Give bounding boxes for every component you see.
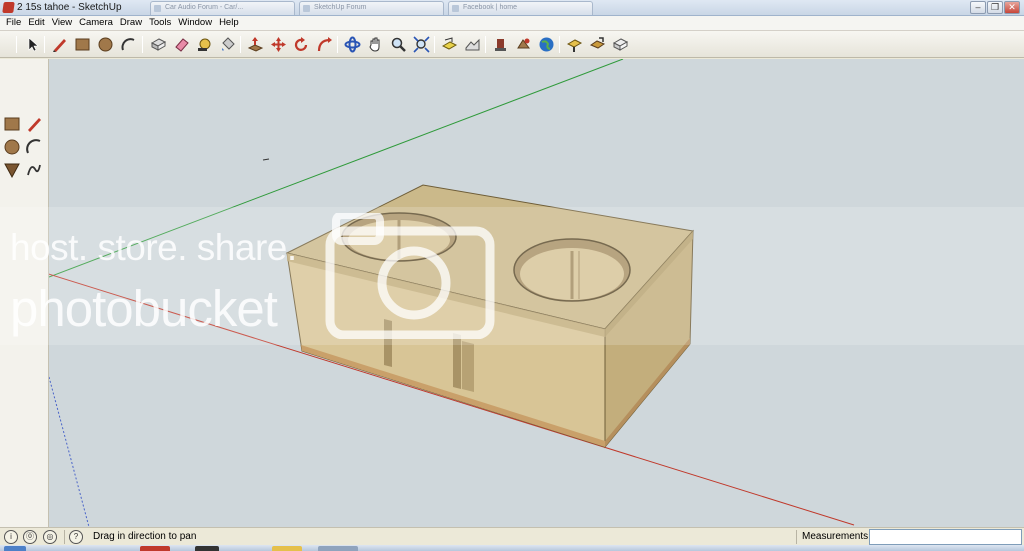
window-title: 2 15s tahoe - SketchUp	[17, 2, 122, 13]
menu-file[interactable]: File	[4, 16, 26, 30]
taskbar	[0, 545, 1024, 551]
menu-window[interactable]: Window	[176, 16, 217, 30]
window-controls: – ❐ ✕	[970, 1, 1020, 14]
menu-camera[interactable]: Camera	[77, 16, 118, 30]
help-icon[interactable]: ?	[69, 530, 83, 544]
tape-measure-icon[interactable]	[194, 35, 214, 54]
line-tool-icon[interactable]	[49, 35, 69, 54]
menu-view[interactable]: View	[50, 16, 77, 30]
taskbar-item[interactable]	[195, 546, 219, 551]
toolbar-separator	[16, 36, 17, 53]
credits-icon[interactable]: ⓪	[23, 530, 37, 544]
rectangle-tool-icon[interactable]	[72, 35, 92, 54]
user-icon[interactable]: ◎	[43, 530, 57, 544]
browser-tab[interactable]: Car Audio Forum - Car/...	[150, 1, 295, 15]
zoom-extents-icon[interactable]	[411, 35, 431, 54]
toolbar-separator	[142, 36, 143, 53]
close-button[interactable]: ✕	[1004, 1, 1020, 14]
menu-help[interactable]: Help	[217, 16, 244, 30]
menu-tools[interactable]: Tools	[147, 16, 176, 30]
palette-line-icon[interactable]	[24, 114, 44, 134]
toolbar-separator	[485, 36, 486, 53]
palette-polygon-icon[interactable]	[2, 160, 22, 180]
get-photo-texture-icon[interactable]	[564, 35, 584, 54]
model-viewport[interactable]	[49, 59, 1024, 527]
toolbar-separator	[434, 36, 435, 53]
arc-tool-icon[interactable]	[118, 35, 138, 54]
share-component-icon[interactable]	[587, 35, 607, 54]
toolbar-separator	[44, 36, 45, 53]
get-models-icon[interactable]	[490, 35, 510, 54]
eraser-tool-icon[interactable]	[171, 35, 191, 54]
taskbar-item[interactable]	[140, 546, 170, 551]
toolbar-separator	[240, 36, 241, 53]
subwoofer-box-model	[49, 59, 855, 527]
paint-bucket-icon[interactable]	[217, 35, 237, 54]
push-pull-icon[interactable]	[245, 35, 265, 54]
make-component-icon[interactable]	[148, 35, 168, 54]
measurements-field[interactable]	[869, 529, 1022, 545]
palette-freehand-icon[interactable]	[24, 160, 44, 180]
follow-me-icon[interactable]	[314, 35, 334, 54]
share-model-icon[interactable]	[513, 35, 533, 54]
menu-draw[interactable]: Draw	[118, 16, 147, 30]
blue-axis	[49, 376, 90, 527]
restore-button[interactable]: ❐	[987, 1, 1003, 14]
title-bar: 2 15s tahoe - SketchUp Car Audio Forum -…	[0, 0, 1024, 16]
extension-warehouse-icon[interactable]	[610, 35, 630, 54]
toolbar-separator	[337, 36, 338, 53]
background-browser-tabs: Car Audio Forum - Car/... SketchUp Forum…	[150, 1, 593, 15]
menu-edit[interactable]: Edit	[26, 16, 49, 30]
main-toolbar	[0, 31, 1024, 58]
sketchup-logo-icon	[2, 2, 15, 13]
geo-location-icon[interactable]: i	[4, 530, 18, 544]
browser-tab[interactable]: SketchUp Forum	[299, 1, 444, 15]
move-tool-icon[interactable]	[268, 35, 288, 54]
preview-google-earth-icon[interactable]	[536, 35, 556, 54]
palette-circle-icon[interactable]	[2, 137, 22, 157]
toolbar-separator	[559, 36, 560, 53]
rotate-tool-icon[interactable]	[291, 35, 311, 54]
start-button[interactable]	[4, 546, 26, 551]
orbit-tool-icon[interactable]	[342, 35, 362, 54]
select-tool-icon[interactable]	[22, 35, 42, 54]
left-tool-palette	[0, 59, 49, 527]
palette-rectangle-icon[interactable]	[2, 114, 22, 134]
cursor-mark	[262, 158, 270, 161]
status-hint: Drag in direction to pan	[93, 531, 197, 542]
taskbar-item[interactable]	[318, 546, 358, 551]
add-location-icon[interactable]	[439, 35, 459, 54]
menu-bar: File Edit View Camera Draw Tools Window …	[0, 16, 1024, 31]
browser-tab[interactable]: Facebook | home	[448, 1, 593, 15]
minimize-button[interactable]: –	[970, 1, 986, 14]
toggle-terrain-icon[interactable]	[462, 35, 482, 54]
taskbar-item[interactable]	[272, 546, 302, 551]
status-bar: i ⓪ ◎ ? Drag in direction to pan Measure…	[0, 527, 1024, 545]
pan-tool-icon[interactable]	[365, 35, 385, 54]
sketchup-window: 2 15s tahoe - SketchUp Car Audio Forum -…	[0, 0, 1024, 551]
circle-tool-icon[interactable]	[95, 35, 115, 54]
palette-arc-icon[interactable]	[24, 137, 44, 157]
zoom-tool-icon[interactable]	[388, 35, 408, 54]
measurements-label: Measurements	[802, 531, 869, 542]
